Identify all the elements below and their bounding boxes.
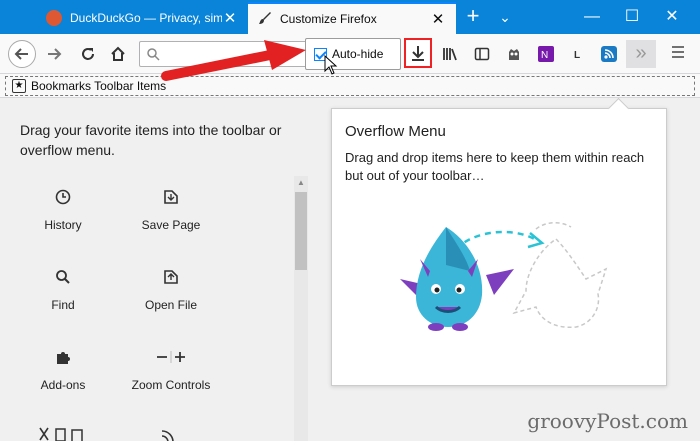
tab-customize[interactable]: Customize Firefox ✕ bbox=[248, 2, 456, 34]
close-tab-icon[interactable]: ✕ bbox=[222, 9, 238, 27]
tab-title: Customize Firefox bbox=[280, 12, 377, 26]
palette-item-save-page[interactable]: Save Page bbox=[121, 186, 221, 232]
overflow-menu-button[interactable]: » bbox=[626, 40, 656, 68]
palette-item-history[interactable]: History bbox=[13, 186, 113, 232]
extension-l-button[interactable]: L bbox=[566, 42, 590, 66]
palette-item-zoom-controls[interactable]: Zoom Controls bbox=[121, 346, 221, 392]
minimize-button[interactable]: — bbox=[572, 4, 612, 30]
palette-item-label: Add-ons bbox=[40, 378, 86, 392]
tab-title: DuckDuckGo — Privacy, simplified. bbox=[70, 11, 222, 25]
download-arrow-icon bbox=[412, 46, 424, 61]
svg-text:L: L bbox=[574, 50, 580, 61]
scroll-thumb[interactable] bbox=[295, 192, 307, 270]
clock-icon bbox=[55, 189, 71, 205]
zoom-icon bbox=[157, 351, 185, 363]
palette-row-partial bbox=[38, 426, 298, 441]
save-page-icon bbox=[164, 190, 178, 204]
owl-icon bbox=[509, 49, 519, 60]
forward-button[interactable] bbox=[42, 42, 66, 66]
palette-item-label: Open File bbox=[144, 298, 198, 312]
dragon-illustration bbox=[400, 222, 608, 331]
palette-scrollbar[interactable]: ▲ bbox=[294, 176, 308, 441]
bookmark-star-icon: ★ bbox=[12, 79, 26, 93]
customization-palette: Drag your favorite items into the toolba… bbox=[0, 98, 311, 441]
sidebar-icon bbox=[474, 47, 490, 61]
palette-item-label: Save Page bbox=[141, 218, 201, 232]
palette-item-add-ons[interactable]: Add-ons bbox=[13, 346, 113, 392]
maximize-button[interactable]: ☐ bbox=[612, 4, 652, 30]
cut-copy-paste-icon bbox=[39, 427, 83, 441]
rss-feed-icon bbox=[161, 430, 174, 441]
paintbrush-icon bbox=[258, 11, 272, 28]
palette-item-find[interactable]: Find bbox=[13, 266, 113, 312]
annotation-arrow bbox=[161, 40, 306, 81]
tab-duckduckgo[interactable]: DuckDuckGo — Privacy, simplified. ✕ bbox=[36, 2, 248, 34]
onenote-button[interactable]: N bbox=[534, 42, 558, 66]
extension-rss-button[interactable] bbox=[597, 42, 621, 66]
palette-item-label: History bbox=[44, 218, 82, 232]
close-window-button[interactable]: ✕ bbox=[652, 4, 692, 30]
back-button[interactable] bbox=[8, 40, 36, 68]
scroll-up-arrow-icon[interactable]: ▲ bbox=[294, 176, 308, 190]
customize-right-area: Overflow Menu Drag and drop items here t… bbox=[311, 98, 700, 441]
hamburger-icon bbox=[672, 46, 684, 58]
reload-icon bbox=[82, 48, 94, 60]
tab-strip: DuckDuckGo — Privacy, simplified. ✕ Cust… bbox=[0, 0, 700, 34]
magnifier-icon bbox=[56, 270, 70, 284]
list-all-tabs-button[interactable]: ⌄ bbox=[494, 6, 516, 28]
library-button[interactable] bbox=[438, 42, 462, 66]
open-menu-button[interactable] bbox=[666, 42, 690, 66]
extension-owl-button[interactable] bbox=[502, 42, 526, 66]
open-file-icon bbox=[164, 270, 178, 284]
library-icon bbox=[443, 48, 457, 61]
overflow-menu-title: Overflow Menu bbox=[345, 123, 446, 140]
forward-arrow-icon bbox=[48, 48, 62, 60]
home-icon bbox=[111, 46, 125, 61]
palette-item-label: Zoom Controls bbox=[131, 378, 211, 392]
close-tab-icon[interactable]: ✕ bbox=[430, 10, 446, 28]
bookmarks-label: Bookmarks Toolbar Items bbox=[31, 79, 167, 93]
svg-text:N: N bbox=[541, 50, 548, 61]
watermark: groovyPost.com bbox=[527, 409, 688, 433]
l-letter-icon: L bbox=[574, 50, 580, 61]
overflow-menu-description: Drag and drop items here to keep them wi… bbox=[345, 150, 645, 183]
search-icon bbox=[147, 48, 160, 61]
autohide-label: Auto-hide bbox=[332, 47, 384, 61]
downloads-button[interactable] bbox=[404, 38, 432, 68]
onenote-icon: N bbox=[538, 46, 554, 62]
new-tab-button[interactable]: + bbox=[462, 5, 484, 28]
palette-item-open-file[interactable]: Open File bbox=[121, 266, 221, 312]
autohide-downloads-option[interactable]: Auto-hide bbox=[305, 38, 401, 70]
overflow-menu-panel[interactable]: Overflow Menu Drag and drop items here t… bbox=[331, 108, 667, 386]
puzzle-icon bbox=[57, 352, 70, 364]
mouse-cursor-icon bbox=[324, 55, 338, 75]
home-button[interactable] bbox=[106, 42, 130, 66]
duckduckgo-favicon bbox=[46, 10, 62, 26]
reload-button[interactable] bbox=[76, 42, 100, 66]
bookmarks-toolbar-items[interactable]: ★ Bookmarks Toolbar Items bbox=[5, 76, 695, 96]
sidebar-button[interactable] bbox=[470, 42, 494, 66]
bookmarks-toolbar: ★ Bookmarks Toolbar Items bbox=[0, 74, 700, 98]
back-arrow-icon bbox=[14, 48, 28, 60]
palette-item-label: Find bbox=[51, 298, 75, 312]
rss-icon bbox=[601, 46, 617, 62]
palette-intro: Drag your favorite items into the toolba… bbox=[20, 122, 282, 158]
